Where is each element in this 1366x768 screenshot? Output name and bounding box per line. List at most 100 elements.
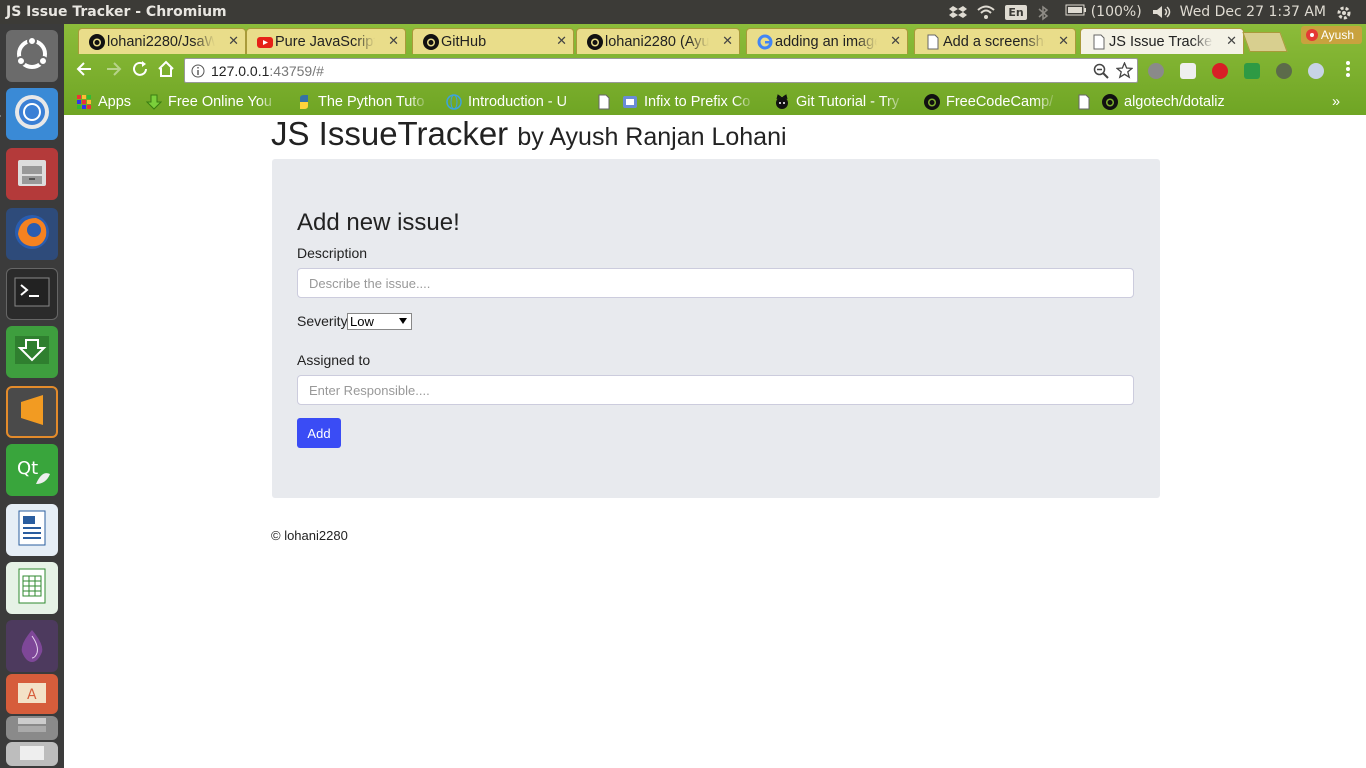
github-icon: [1102, 94, 1118, 110]
close-icon[interactable]: ✕: [722, 33, 733, 49]
launcher-sublime-text[interactable]: [6, 386, 58, 438]
apps-grid-icon: [76, 94, 92, 110]
browser-chrome: lohani2280/JsaW ✕ Pure JavaScript ✕ GitH…: [64, 24, 1366, 115]
close-icon[interactable]: ✕: [890, 33, 901, 49]
close-icon[interactable]: ✕: [556, 33, 567, 49]
close-icon[interactable]: ✕: [1226, 33, 1237, 49]
launcher-stacked-apps[interactable]: [6, 716, 58, 740]
close-icon[interactable]: ✕: [1058, 33, 1069, 49]
launcher-software-center[interactable]: A: [6, 674, 58, 714]
bookmark-5[interactable]: Infix to Prefix Co: [622, 92, 756, 112]
page-icon: [596, 94, 612, 110]
globe-extension-icon[interactable]: [1308, 63, 1324, 79]
back-button[interactable]: [72, 59, 96, 83]
profile-button[interactable]: Ayush: [1300, 26, 1362, 44]
svg-text:A: A: [27, 687, 37, 703]
add-button[interactable]: Add: [297, 418, 341, 448]
tab-1[interactable]: Pure JavaScript ✕: [246, 28, 406, 54]
tab-label: Pure JavaScript: [275, 33, 375, 50]
pocket-extension-icon[interactable]: [1180, 63, 1196, 79]
power-gear-icon[interactable]: [1336, 5, 1354, 20]
keyboard-layout-indicator[interactable]: En: [1005, 4, 1027, 20]
launcher-qt-creator[interactable]: Qt: [6, 444, 58, 496]
more-bookmarks-chevron: »: [1332, 94, 1341, 110]
running-indicator: [0, 112, 1, 120]
launcher-ubuntu-dash[interactable]: [6, 30, 58, 82]
tab-3[interactable]: lohani2280 (Ayush ✕: [576, 28, 740, 54]
bookmark-3[interactable]: Introduction - U: [446, 92, 586, 112]
reload-button[interactable]: [128, 59, 152, 83]
severity-select[interactable]: Low: [347, 313, 412, 330]
lightbulb-extension-icon[interactable]: [1276, 63, 1292, 79]
star-icon[interactable]: [1115, 61, 1134, 82]
launcher-libreoffice-calc[interactable]: [6, 562, 58, 614]
tab-0[interactable]: lohani2280/JsaW ✕: [78, 28, 246, 54]
clock[interactable]: Wed Dec 27 1:37 AM: [1180, 4, 1326, 20]
volume-icon[interactable]: [1152, 5, 1170, 19]
file-cabinet-icon: [12, 152, 52, 196]
download-terminal-icon: [12, 330, 52, 374]
bookmark-2[interactable]: The Python Tuto: [296, 92, 430, 112]
wifi-icon[interactable]: [977, 5, 996, 19]
bookmark-label: Infix to Prefix Co: [644, 94, 751, 110]
ubuntu-logo-icon: [12, 34, 52, 78]
globe-icon: [446, 94, 462, 110]
info-icon[interactable]: [191, 64, 205, 78]
tab-4[interactable]: adding an image ✕: [746, 28, 908, 54]
tab-6-active[interactable]: JS Issue Tracker ✕: [1080, 28, 1244, 54]
launcher-trash[interactable]: [6, 742, 58, 766]
bookmark-label: Introduction - U: [468, 94, 568, 110]
launcher-tor-browser[interactable]: [6, 620, 58, 672]
assigned-input[interactable]: Enter Responsible....: [297, 375, 1134, 405]
web-page: JS IssueTracker by Ayush Ranjan Lohani A…: [64, 115, 1366, 768]
tab-5[interactable]: Add a screenshot ✕: [914, 28, 1076, 54]
kebab-menu-icon: [1345, 59, 1351, 83]
new-tab-button[interactable]: [1242, 32, 1288, 52]
launcher-firefox[interactable]: [6, 208, 58, 260]
forward-button[interactable]: [102, 59, 126, 83]
tab-2[interactable]: GitHub ✕: [412, 28, 574, 54]
menu-button[interactable]: [1336, 59, 1360, 83]
severity-value: Low: [350, 314, 374, 329]
pinterest-extension-icon[interactable]: [1212, 63, 1228, 79]
bookmark-apps[interactable]: Apps: [76, 92, 131, 112]
bookmark-9[interactable]: algotech/dotaliz: [1102, 92, 1246, 112]
close-icon[interactable]: ✕: [228, 33, 239, 49]
launcher-files[interactable]: [6, 148, 58, 200]
home-button[interactable]: [154, 59, 178, 83]
form-heading: Add new issue!: [297, 209, 460, 236]
youtube-icon: [257, 34, 273, 50]
more-bookmarks-button[interactable]: »: [1332, 92, 1340, 112]
extension-cloud-icon[interactable]: [1148, 63, 1164, 79]
bookmark-6[interactable]: Git Tutorial - Try: [774, 92, 906, 112]
battery-indicator[interactable]: (100%): [1065, 4, 1142, 20]
window-title: JS Issue Tracker - Chromium: [6, 4, 227, 20]
launcher-chromium[interactable]: [6, 88, 58, 140]
launcher-libreoffice-writer[interactable]: [6, 504, 58, 556]
github-icon: [924, 94, 940, 110]
battery-icon: [1065, 4, 1087, 20]
bookmark-label: Free Online You: [168, 94, 272, 110]
tab-label: adding an image: [775, 33, 877, 50]
close-icon[interactable]: ✕: [388, 33, 399, 49]
profile-name: Ayush: [1320, 28, 1354, 42]
bookmark-4[interactable]: [596, 92, 618, 112]
launcher-software-updater[interactable]: [6, 326, 58, 378]
bluetooth-icon[interactable]: [1037, 5, 1055, 21]
bookmark-label: algotech/dotaliz: [1124, 94, 1225, 110]
trash-icon: [12, 742, 52, 766]
bookmark-8[interactable]: [1076, 92, 1098, 112]
bookmark-1[interactable]: Free Online You: [145, 92, 280, 112]
bookmark-label: FreeCodeCamp/: [946, 94, 1054, 110]
github-icon: [423, 34, 439, 50]
zoom-icon[interactable]: [1093, 63, 1109, 82]
launcher-terminal[interactable]: [6, 268, 58, 320]
printer-extension-icon[interactable]: [1244, 63, 1260, 79]
bookmark-7[interactable]: FreeCodeCamp/: [924, 92, 1058, 112]
dropdown-arrow-icon: [399, 318, 407, 324]
bookmark-label: Git Tutorial - Try: [796, 94, 900, 110]
dropbox-icon[interactable]: [949, 5, 968, 19]
add-issue-card: Add new issue! Description Describe the …: [272, 159, 1160, 498]
address-bar[interactable]: 127.0.0.1:43759/#: [184, 58, 1138, 83]
description-input[interactable]: Describe the issue....: [297, 268, 1134, 298]
